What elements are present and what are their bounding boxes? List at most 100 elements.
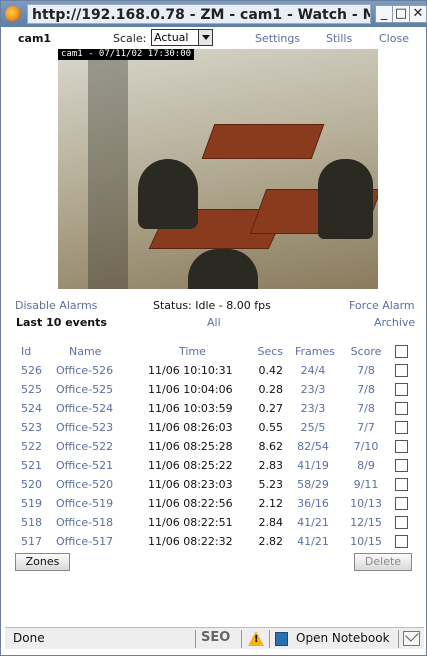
header-secs[interactable]: Secs	[257, 345, 283, 358]
event-id-link[interactable]: 520	[21, 478, 42, 491]
table-row[interactable]: 525 Office-525 11/06 10:04:06 0.28 23/3 …	[15, 383, 415, 402]
mail-icon[interactable]	[403, 631, 420, 646]
event-secs: 2.12	[258, 497, 284, 510]
event-frames-link[interactable]: 41/19	[295, 459, 331, 472]
table-row[interactable]: 522 Office-522 11/06 08:25:28 8.62 82/54…	[15, 440, 415, 459]
close-window-button[interactable]: ✕	[409, 5, 427, 23]
event-time: 11/06 08:25:22	[148, 459, 233, 472]
table-row[interactable]: 519 Office-519 11/06 08:22:56 2.12 36/16…	[15, 497, 415, 516]
notebook-icon[interactable]	[275, 632, 288, 646]
table-row[interactable]: 517 Office-517 11/06 08:22:32 2.82 41/21…	[15, 535, 415, 554]
maximize-button[interactable]: □	[392, 5, 410, 23]
row-checkbox[interactable]	[395, 459, 408, 472]
table-row[interactable]: 524 Office-524 11/06 10:03:59 0.27 23/3 …	[15, 402, 415, 421]
event-name-link[interactable]: Office-520	[56, 478, 113, 491]
chevron-down-icon[interactable]	[198, 30, 212, 45]
event-id-link[interactable]: 522	[21, 440, 42, 453]
event-secs: 5.23	[258, 478, 284, 491]
event-time: 11/06 08:22:32	[148, 535, 233, 548]
event-frames-link[interactable]: 58/29	[295, 478, 331, 491]
events-title: Last 10 events	[16, 316, 107, 329]
event-id-link[interactable]: 526	[21, 364, 42, 377]
event-frames-link[interactable]: 41/21	[295, 535, 331, 548]
close-link[interactable]: Close	[379, 32, 409, 45]
event-time: 11/06 10:10:31	[148, 364, 233, 377]
minimize-button[interactable]: _	[375, 5, 393, 23]
row-checkbox[interactable]	[395, 402, 408, 415]
event-id-link[interactable]: 518	[21, 516, 42, 529]
force-alarm-link[interactable]: Force Alarm	[349, 299, 415, 312]
event-frames-link[interactable]: 82/54	[295, 440, 331, 453]
feed-person	[138, 159, 198, 229]
status-separator	[241, 630, 242, 648]
monitor-name: cam1	[18, 32, 52, 45]
event-score-link[interactable]: 7/7	[349, 421, 383, 434]
row-checkbox[interactable]	[395, 535, 408, 548]
header-id[interactable]: Id	[21, 345, 31, 358]
event-score-link[interactable]: 7/8	[349, 364, 383, 377]
event-id-link[interactable]: 525	[21, 383, 42, 396]
event-score-link[interactable]: 7/8	[349, 402, 383, 415]
event-id-link[interactable]: 517	[21, 535, 42, 548]
event-name-link[interactable]: Office-526	[56, 364, 113, 377]
event-name-link[interactable]: Office-525	[56, 383, 113, 396]
table-row[interactable]: 520 Office-520 11/06 08:23:03 5.23 58/29…	[15, 478, 415, 497]
event-name-link[interactable]: Office-523	[56, 421, 113, 434]
event-secs: 2.83	[258, 459, 284, 472]
browser-status-bar: Done SEO ! Open Notebook	[5, 627, 424, 649]
select-all-checkbox[interactable]	[395, 345, 408, 358]
event-name-link[interactable]: Office-517	[56, 535, 113, 548]
event-frames-link[interactable]: 41/21	[295, 516, 331, 529]
row-checkbox[interactable]	[395, 364, 408, 377]
event-score-link[interactable]: 8/9	[349, 459, 383, 472]
event-score-link[interactable]: 12/15	[349, 516, 383, 529]
event-name-link[interactable]: Office-518	[56, 516, 113, 529]
event-frames-link[interactable]: 25/5	[295, 421, 331, 434]
event-frames-link[interactable]: 36/16	[295, 497, 331, 510]
event-name-link[interactable]: Office-519	[56, 497, 113, 510]
event-name-link[interactable]: Office-521	[56, 459, 113, 472]
table-row[interactable]: 521 Office-521 11/06 08:25:22 2.83 41/19…	[15, 459, 415, 478]
row-checkbox[interactable]	[395, 497, 408, 510]
open-notebook-button[interactable]: Open Notebook	[296, 631, 390, 645]
table-row[interactable]: 518 Office-518 11/06 08:22:51 2.84 41/21…	[15, 516, 415, 535]
disable-alarms-link[interactable]: Disable Alarms	[15, 299, 97, 312]
event-id-link[interactable]: 524	[21, 402, 42, 415]
event-id-link[interactable]: 521	[21, 459, 42, 472]
header-frames[interactable]: Frames	[295, 345, 335, 358]
event-score-link[interactable]: 10/13	[349, 497, 383, 510]
table-row[interactable]: 526 Office-526 11/06 10:10:31 0.42 24/4 …	[15, 364, 415, 383]
event-id-link[interactable]: 523	[21, 421, 42, 434]
title-bar[interactable]: http://192.168.0.78 - ZM - cam1 - Watch …	[1, 1, 427, 27]
feed-shadow	[88, 49, 128, 289]
event-name-link[interactable]: Office-524	[56, 402, 113, 415]
zones-button[interactable]: Zones	[15, 553, 70, 571]
header-time[interactable]: Time	[179, 345, 206, 358]
event-frames-link[interactable]: 24/4	[295, 364, 331, 377]
table-row[interactable]: 523 Office-523 11/06 08:26:03 0.55 25/5 …	[15, 421, 415, 440]
seo-icon[interactable]: SEO	[201, 630, 230, 645]
archive-link[interactable]: Archive	[374, 316, 415, 329]
event-score-link[interactable]: 9/11	[349, 478, 383, 491]
event-frames-link[interactable]: 23/3	[295, 402, 331, 415]
all-events-link[interactable]: All	[207, 316, 221, 329]
delete-button[interactable]: Delete	[354, 553, 412, 571]
row-checkbox[interactable]	[395, 421, 408, 434]
row-checkbox[interactable]	[395, 440, 408, 453]
stills-link[interactable]: Stills	[326, 32, 352, 45]
event-score-link[interactable]: 7/10	[349, 440, 383, 453]
row-checkbox[interactable]	[395, 516, 408, 529]
settings-link[interactable]: Settings	[255, 32, 300, 45]
event-name-link[interactable]: Office-522	[56, 440, 113, 453]
event-frames-link[interactable]: 23/3	[295, 383, 331, 396]
header-score[interactable]: Score	[349, 345, 383, 358]
event-id-link[interactable]: 519	[21, 497, 42, 510]
row-checkbox[interactable]	[395, 478, 408, 491]
event-time: 11/06 08:22:51	[148, 516, 233, 529]
event-score-link[interactable]: 10/15	[349, 535, 383, 548]
event-score-link[interactable]: 7/8	[349, 383, 383, 396]
scale-select[interactable]: Actual	[151, 29, 213, 46]
header-name[interactable]: Name	[69, 345, 101, 358]
warning-mark: !	[254, 634, 259, 645]
row-checkbox[interactable]	[395, 383, 408, 396]
